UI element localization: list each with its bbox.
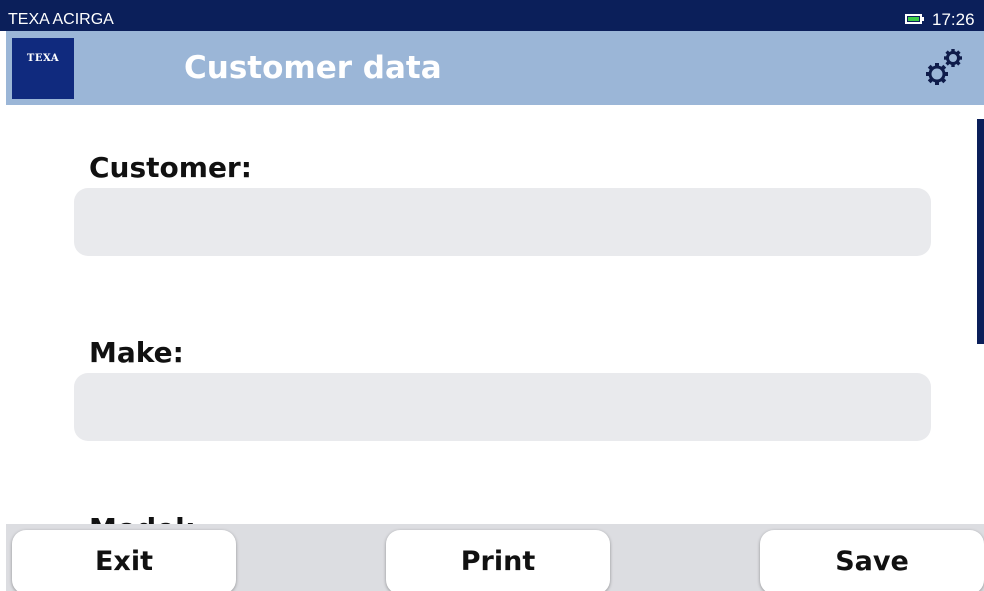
- gears-icon: [926, 49, 962, 85]
- page-title: Customer data: [184, 50, 442, 86]
- scrollbar[interactable]: [977, 119, 984, 344]
- bottom-bar: Exit Print Save: [6, 524, 984, 591]
- clock: 17:26: [932, 10, 975, 29]
- form-content: Customer: Make: Model:: [0, 105, 984, 545]
- settings-button[interactable]: [920, 41, 972, 93]
- battery-icon: [905, 14, 924, 24]
- texa-logo: TEXA: [12, 38, 74, 99]
- customer-label: Customer:: [89, 151, 252, 184]
- header: TEXA Customer data: [6, 31, 984, 105]
- customer-input[interactable]: [74, 188, 931, 256]
- logo-text: TEXA: [26, 53, 60, 64]
- save-button[interactable]: Save: [760, 530, 984, 591]
- make-input[interactable]: [74, 373, 931, 441]
- app-name: TEXA ACIRGA: [8, 11, 114, 28]
- screen: TEXA ACIRGA 17:26 TEXA Customer data Cus…: [0, 0, 984, 591]
- status-bar: TEXA ACIRGA 17:26: [0, 0, 984, 31]
- print-button[interactable]: Print: [386, 530, 610, 591]
- make-label: Make:: [89, 336, 184, 369]
- exit-button[interactable]: Exit: [12, 530, 236, 591]
